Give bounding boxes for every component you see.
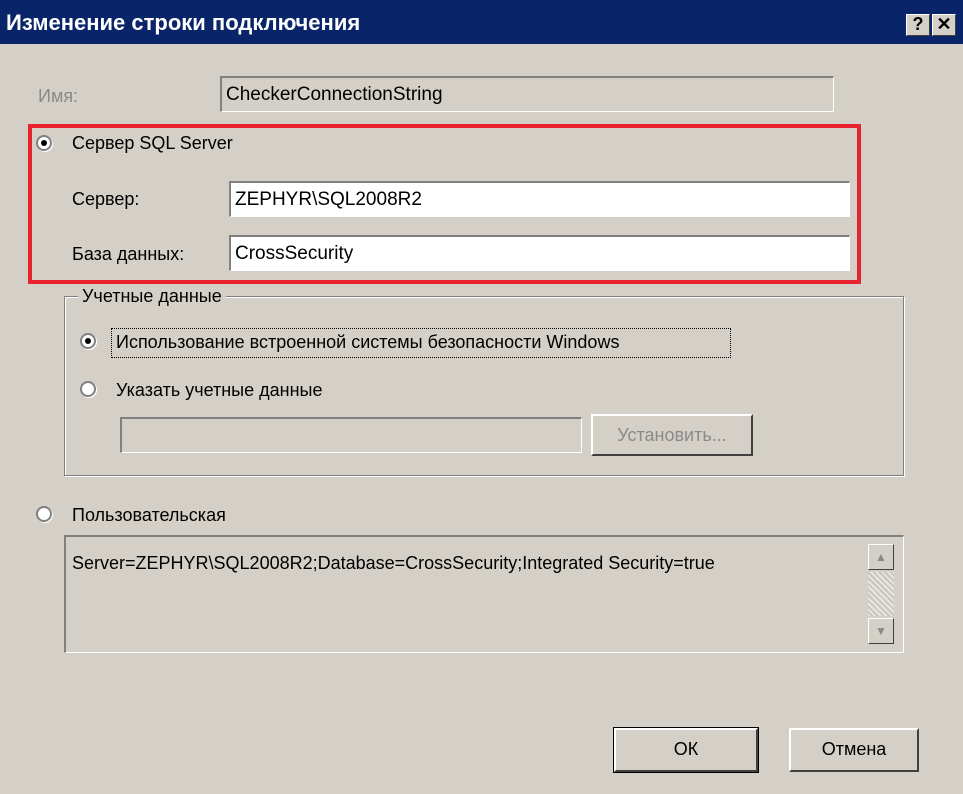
credentials-display: [120, 417, 582, 453]
connection-string-textarea: Server=ZEPHYR\SQL2008R2;Database=CrossSe…: [64, 535, 904, 653]
specify-credentials-radio[interactable]: [80, 381, 96, 397]
connection-string-dialog: Изменение строки подключения ? ✕ Имя: Ch…: [0, 0, 963, 794]
title-bar: Изменение строки подключения ? ✕: [0, 0, 963, 44]
name-field: CheckerConnectionString: [220, 76, 834, 112]
dialog-title: Изменение строки подключения: [6, 10, 361, 35]
cancel-button[interactable]: Отмена: [789, 728, 919, 772]
custom-radio[interactable]: [36, 506, 52, 522]
close-icon: ✕: [936, 14, 952, 34]
help-button[interactable]: ?: [906, 14, 930, 36]
custom-label: Пользовательская: [72, 505, 226, 525]
focus-indicator: [111, 328, 731, 358]
scroll-down-icon[interactable]: ▼: [868, 618, 894, 644]
windows-auth-radio[interactable]: [80, 333, 96, 349]
set-credentials-button[interactable]: Установить...: [591, 414, 753, 456]
textarea-scrollbar[interactable]: ▲ ▼: [868, 538, 900, 648]
name-label: Имя:: [38, 86, 79, 106]
help-icon: ?: [912, 14, 924, 34]
close-button[interactable]: ✕: [932, 14, 956, 36]
ok-button[interactable]: ОК: [613, 727, 759, 773]
scroll-up-icon[interactable]: ▲: [868, 544, 894, 570]
scroll-track[interactable]: [868, 572, 894, 616]
highlight-box: [28, 124, 861, 284]
credentials-group-label: Учетные данные: [78, 286, 226, 307]
specify-credentials-label: Указать учетные данные: [116, 380, 323, 400]
